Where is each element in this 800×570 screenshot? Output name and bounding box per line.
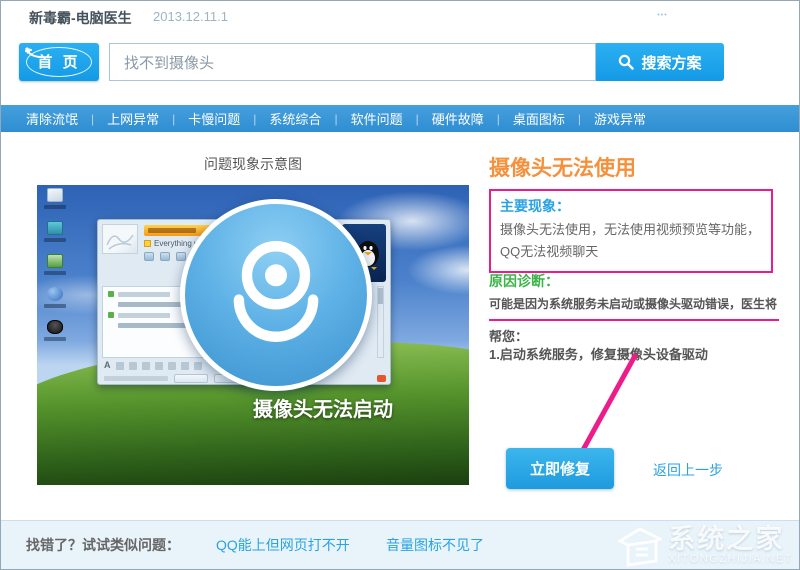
desktop-icons bbox=[42, 188, 68, 353]
webcam-icon bbox=[233, 241, 319, 342]
nav-item-qingchuliumang[interactable]: 清除流氓 bbox=[13, 109, 91, 128]
fix-now-button[interactable]: 立即修复 bbox=[506, 448, 614, 489]
close-icon[interactable] bbox=[755, 1, 791, 31]
document-icon bbox=[42, 188, 68, 209]
search-input[interactable] bbox=[109, 43, 596, 81]
diagnosis-text: 可能是因为系统服务未启动或摄像头驱动错误，医生将 帮您： bbox=[489, 295, 779, 348]
footer-bar: 找错了？试试类似问题： QQ能上但网页打不开 音量图标不见了 bbox=[1, 520, 799, 569]
symptom-label: 主要现象： bbox=[500, 198, 570, 214]
similar-problems-prompt: 找错了？试试类似问题： bbox=[26, 537, 180, 553]
symptom-annotation-box: 主要现象： 摄像头无法使用，无法使用视频预览等功能，QQ无法视频聊天 bbox=[489, 189, 773, 274]
main-content: 问题现象示意图 Everything A 摄像头无法启动 摄像头无法使用 主要现… bbox=[1, 132, 799, 520]
window-controls bbox=[644, 1, 791, 31]
category-nav: 清除流氓 | 上网异常 | 卡慢问题 | 系统综合 | 软件问题 | 硬件故障 … bbox=[1, 105, 799, 132]
search-button[interactable]: 搜索方案 bbox=[596, 43, 724, 81]
status-icon bbox=[144, 240, 151, 247]
cloud-decoration bbox=[407, 245, 469, 295]
qq-format-toolbar: A bbox=[104, 361, 202, 370]
home-button-label: 首 页 bbox=[26, 47, 92, 77]
qq-window-title-text bbox=[148, 228, 196, 233]
figure-caption: 摄像头无法启动 bbox=[253, 399, 393, 421]
similar-problem-link-qq[interactable]: QQ能上但网页打不开 bbox=[216, 521, 350, 569]
nav-item-shangwangyichang[interactable]: 上网异常 bbox=[94, 109, 172, 128]
feedback-icon[interactable] bbox=[644, 1, 680, 31]
titlebar: 新毒霸-电脑医生 2013.12.11.1 bbox=[1, 1, 799, 31]
app-window: 新毒霸-电脑医生 2013.12.11.1 首 页 找不到摄像头 搜索方案 清除… bbox=[0, 0, 800, 570]
nav-item-yingjianguzhang[interactable]: 硬件故障 bbox=[419, 109, 497, 128]
recycle-bin-icon bbox=[42, 254, 68, 275]
qq-call-icon bbox=[377, 374, 386, 382]
problem-illustration: Everything would gonna be OK A bbox=[37, 185, 469, 485]
avatar bbox=[102, 224, 138, 254]
figure-title: 问题现象示意图 bbox=[204, 156, 302, 172]
minimize-icon[interactable] bbox=[718, 1, 754, 31]
nav-item-ruanjianwenti[interactable]: 软件问题 bbox=[338, 109, 416, 128]
diagnosis-line1-underlined: 可能是因为系统服务未启动或摄像头驱动错误，医生将 bbox=[489, 295, 779, 322]
network-icon bbox=[42, 287, 68, 308]
similar-problem-link-volume[interactable]: 音量图标不见了 bbox=[386, 521, 484, 569]
header-sky-background: 新毒霸-电脑医生 2013.12.11.1 首 页 找不到摄像头 搜索方案 清除… bbox=[1, 1, 799, 132]
back-link[interactable]: 返回上一步 bbox=[653, 460, 723, 480]
symptom-text: 摄像头无法使用，无法使用视频预览等功能，QQ无法视频聊天 bbox=[500, 222, 761, 260]
qq-icon bbox=[42, 320, 68, 341]
qq-close-button bbox=[174, 373, 208, 383]
diagnosis-label: 原因诊断： bbox=[489, 273, 559, 289]
skin-menu-icon[interactable] bbox=[681, 1, 717, 31]
nav-item-zhuomiantubiao[interactable]: 桌面图标 bbox=[500, 109, 578, 128]
nav-item-youxiyichang[interactable]: 游戏异常 bbox=[581, 109, 659, 128]
nav-item-xitongzonghe[interactable]: 系统综合 bbox=[256, 109, 334, 128]
webcam-circle bbox=[180, 199, 372, 391]
solution-title: 摄像头无法使用 bbox=[489, 157, 636, 180]
qq-scrollbar bbox=[377, 286, 384, 358]
magnifier-icon bbox=[619, 54, 635, 70]
home-button[interactable]: 首 页 bbox=[19, 43, 99, 81]
nav-item-kamanwenti[interactable]: 卡慢问题 bbox=[175, 109, 253, 128]
app-version: 2013.12.11.1 bbox=[153, 9, 228, 24]
search-button-label: 搜索方案 bbox=[641, 54, 702, 72]
app-title: 新毒霸-电脑医生 bbox=[29, 10, 132, 26]
my-computer-icon bbox=[42, 221, 68, 242]
